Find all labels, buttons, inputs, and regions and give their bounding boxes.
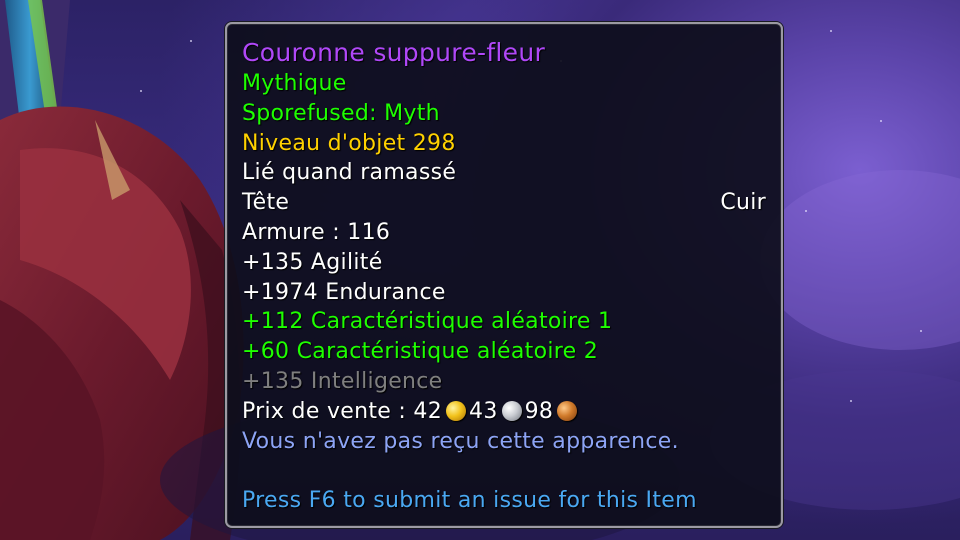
star: [850, 400, 852, 402]
sell-price-row: Prix de vente : 42 43 98: [242, 397, 766, 427]
item-tooltip: Couronne suppure-fleur Mythique Sporefus…: [225, 22, 783, 528]
star: [830, 30, 832, 32]
armor-type: Cuir: [720, 190, 766, 216]
star: [140, 90, 142, 92]
item-quality: Mythique: [242, 71, 347, 96]
binding-text: Lié quand ramassé: [242, 160, 457, 186]
star: [880, 120, 882, 122]
copper-amount: 98: [524, 398, 554, 424]
slot-row: Tête Cuir: [242, 188, 766, 218]
silver-coin-icon: [501, 400, 522, 421]
star: [190, 40, 192, 42]
stat-random-1: +112 Caractéristique aléatoire 1: [242, 309, 613, 335]
stat-agility: +135 Agilité: [242, 249, 383, 275]
item-name: Couronne suppure-fleur: [242, 38, 546, 67]
sell-price-label: Prix de vente :: [242, 398, 407, 424]
gold-coin-icon: [446, 400, 467, 421]
star: [805, 210, 807, 212]
armor-value: Armure : 116: [242, 219, 391, 245]
silver-amount: 43: [469, 398, 498, 424]
stat-stamina: +1974 Endurance: [242, 279, 446, 305]
stat-random-2: +60 Caractéristique aléatoire 2: [242, 339, 599, 365]
star: [920, 330, 922, 332]
item-slot: Tête: [242, 190, 290, 216]
stat-intellect-inactive: +135 Intelligence: [242, 368, 443, 394]
copper-coin-icon: [557, 400, 578, 421]
submit-issue-hint: Press F6 to submit an issue for this Ite…: [242, 488, 697, 514]
sporefused-tag: Sporefused: Myth: [242, 100, 440, 126]
item-level: Niveau d'objet 298: [242, 130, 456, 156]
appearance-notice: Vous n'avez pas reçu cette apparence.: [242, 428, 679, 454]
gold-amount: 42: [413, 398, 443, 424]
